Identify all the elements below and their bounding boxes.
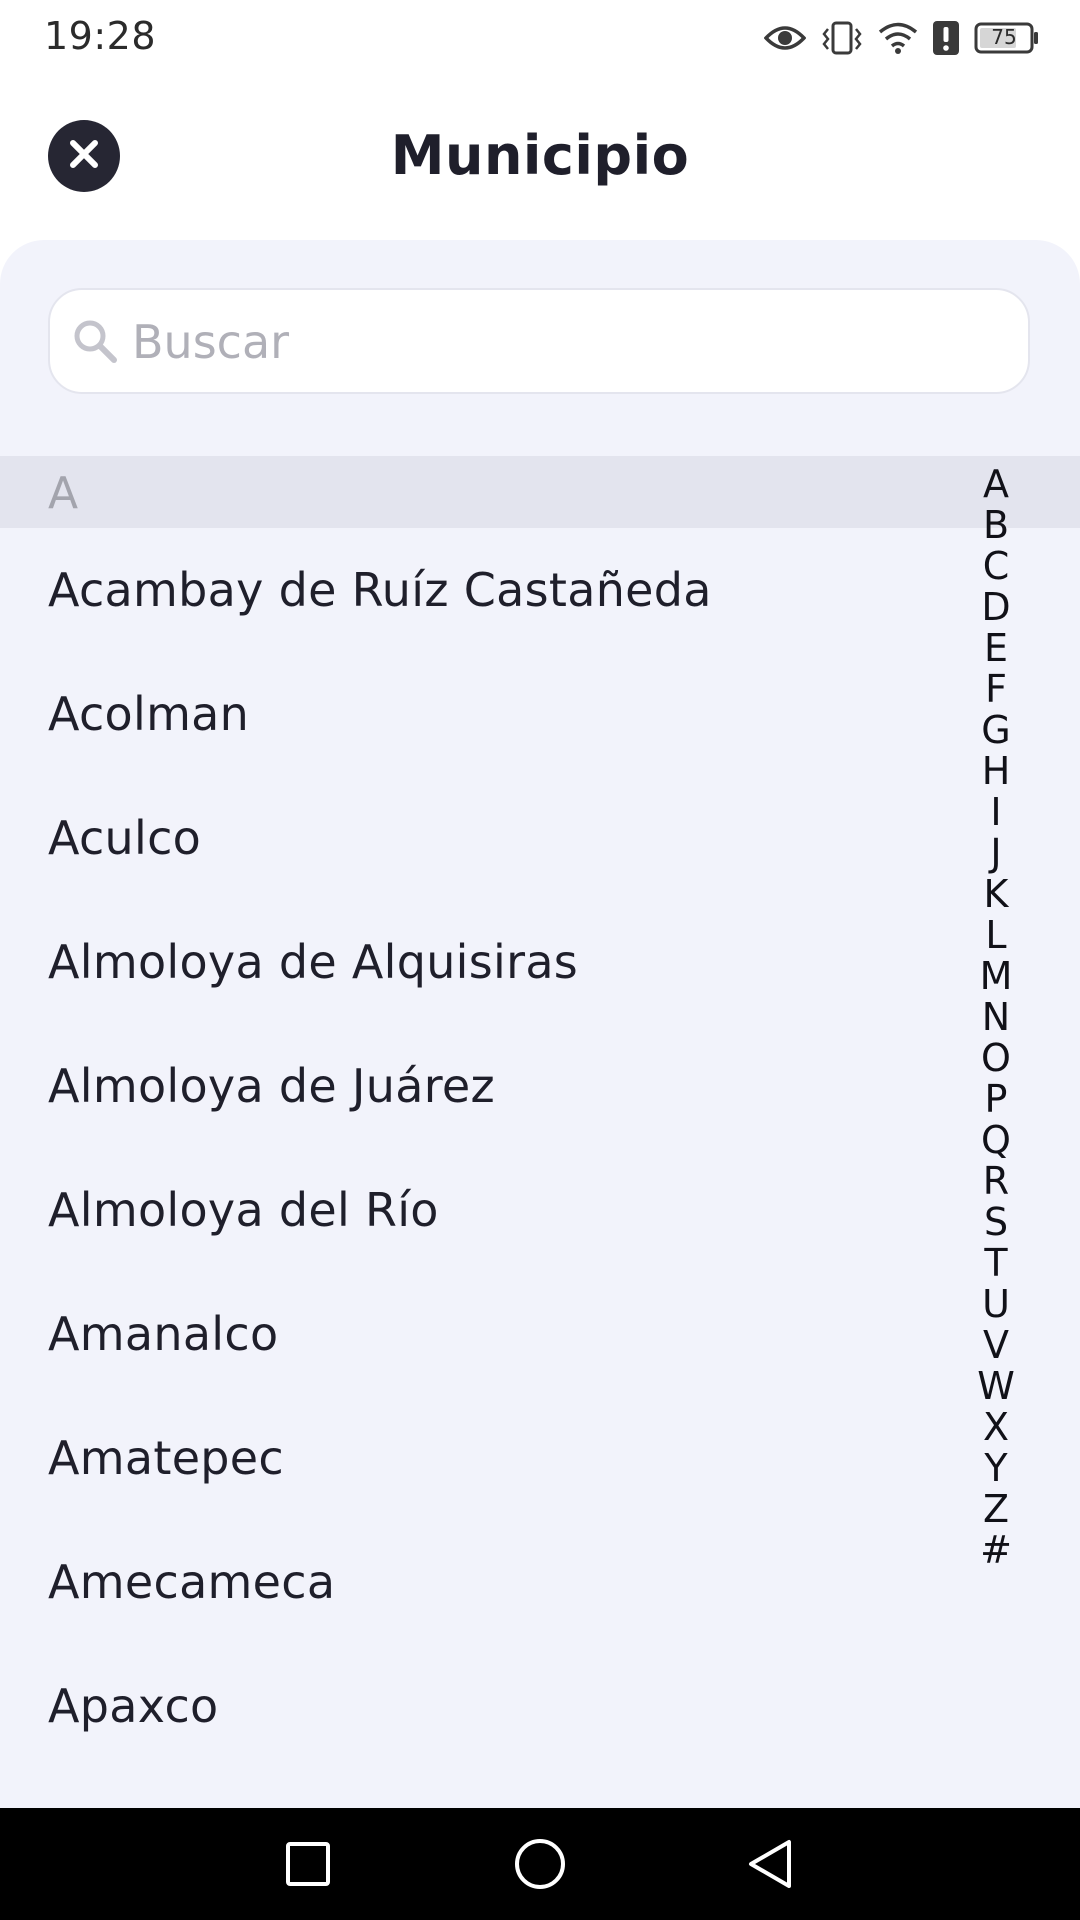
index-letter-h[interactable]: H bbox=[966, 751, 1026, 792]
index-letter-z[interactable]: Z bbox=[966, 1489, 1026, 1530]
battery-level: 75 bbox=[991, 25, 1017, 49]
index-letter-q[interactable]: Q bbox=[966, 1120, 1026, 1161]
section-header: A bbox=[0, 456, 1080, 528]
index-letter-c[interactable]: C bbox=[966, 546, 1026, 587]
index-letter-l[interactable]: L bbox=[966, 915, 1026, 956]
index-letter-x[interactable]: X bbox=[966, 1407, 1026, 1448]
index-letter-w[interactable]: W bbox=[966, 1366, 1026, 1407]
index-letter-e[interactable]: E bbox=[966, 628, 1026, 669]
list-item[interactable]: Aculco bbox=[0, 776, 960, 900]
index-letter-d[interactable]: D bbox=[966, 587, 1026, 628]
home-button[interactable] bbox=[510, 1836, 570, 1896]
status-icons: 75 bbox=[764, 16, 1040, 60]
navigation-bar bbox=[0, 1808, 1080, 1920]
index-letter-f[interactable]: F bbox=[966, 669, 1026, 710]
index-letter-g[interactable]: G bbox=[966, 710, 1026, 751]
header: Municipio bbox=[0, 78, 1080, 240]
list-item[interactable]: Almoloya de Alquisiras bbox=[0, 900, 960, 1024]
section-letter: A bbox=[48, 468, 79, 519]
list-item[interactable]: Amecameca bbox=[0, 1520, 960, 1644]
index-letter-s[interactable]: S bbox=[966, 1202, 1026, 1243]
list-item[interactable]: Acolman bbox=[0, 652, 960, 776]
index-letter-j[interactable]: J bbox=[966, 833, 1026, 874]
status-bar: 19:28 75 bbox=[0, 0, 1080, 78]
index-letter-t[interactable]: T bbox=[966, 1243, 1026, 1284]
list-item[interactable]: Apaxco bbox=[0, 1644, 960, 1768]
index-letter-n[interactable]: N bbox=[966, 997, 1026, 1038]
index-letter-m[interactable]: M bbox=[966, 956, 1026, 997]
index-letter-y[interactable]: Y bbox=[966, 1448, 1026, 1489]
index-letter-p[interactable]: P bbox=[966, 1079, 1026, 1120]
index-letter-i[interactable]: I bbox=[966, 792, 1026, 833]
list-item[interactable]: Almoloya del Río bbox=[0, 1148, 960, 1272]
list-item[interactable]: Amanalco bbox=[0, 1272, 960, 1396]
vibrate-icon bbox=[820, 21, 864, 55]
index-letter-o[interactable]: O bbox=[966, 1038, 1026, 1079]
status-time: 19:28 bbox=[44, 14, 157, 58]
search-icon bbox=[72, 318, 118, 368]
list-item[interactable]: Amatepec bbox=[0, 1396, 960, 1520]
alert-icon bbox=[932, 20, 960, 56]
index-letter-b[interactable]: B bbox=[966, 505, 1026, 546]
home-circle-icon bbox=[513, 1837, 567, 1895]
index-letter-v[interactable]: V bbox=[966, 1325, 1026, 1366]
municipio-list: Acambay de Ruíz Castañeda Acolman Aculco… bbox=[0, 528, 960, 1768]
index-letter-k[interactable]: K bbox=[966, 874, 1026, 915]
wifi-icon bbox=[878, 21, 918, 55]
alphabet-index[interactable]: A B C D E F G H I J K L M N O P Q R S T … bbox=[966, 464, 1026, 1571]
eye-icon bbox=[764, 23, 806, 53]
recents-button[interactable] bbox=[278, 1836, 338, 1896]
back-button[interactable] bbox=[740, 1836, 800, 1896]
index-letter-hash[interactable]: # bbox=[966, 1530, 1026, 1571]
index-letter-r[interactable]: R bbox=[966, 1161, 1026, 1202]
battery-icon: 75 bbox=[974, 22, 1040, 54]
search-box[interactable] bbox=[48, 288, 1030, 394]
list-item[interactable]: Almoloya de Juárez bbox=[0, 1024, 960, 1148]
list-item[interactable]: Acambay de Ruíz Castañeda bbox=[0, 528, 960, 652]
municipio-list-panel: A Acambay de Ruíz Castañeda Acolman Acul… bbox=[0, 240, 1080, 1808]
index-letter-u[interactable]: U bbox=[966, 1284, 1026, 1325]
back-triangle-icon bbox=[745, 1838, 795, 1894]
search-input[interactable] bbox=[130, 290, 1014, 394]
page-title: Municipio bbox=[390, 124, 690, 187]
index-letter-a[interactable]: A bbox=[966, 464, 1026, 505]
recents-square-icon bbox=[284, 1840, 332, 1892]
